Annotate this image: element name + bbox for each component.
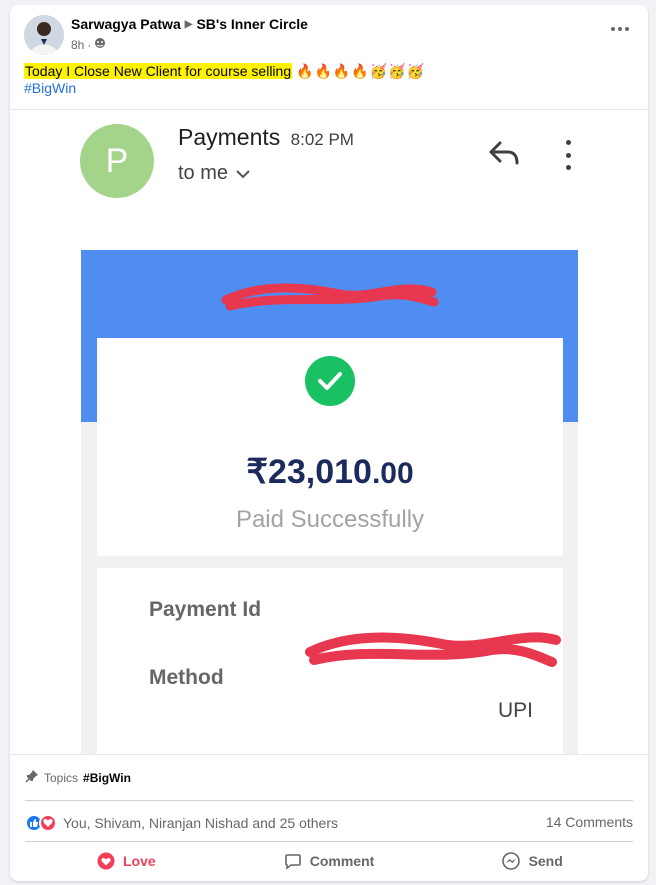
post-hashtag[interactable]: #BigWin [24,80,76,96]
reply-icon [488,140,520,171]
post-author-line: Sarwagya Patwa ▶ SB's Inner Circle [71,16,308,32]
comments-count[interactable]: 14 Comments [546,814,633,830]
topic-tag[interactable]: #BigWin [83,771,131,785]
email-sender-line: Payments 8:02 PM [178,124,354,151]
comment-icon [284,854,301,870]
amount-main: ₹23,010 [246,453,372,491]
post-options-button[interactable] [606,19,634,39]
email-sender-avatar: P [80,124,154,198]
amount-decimal: .00 [371,457,414,490]
email-more-icon [563,140,573,170]
email-to: to me [178,162,229,184]
author-name[interactable]: Sarwagya Patwa [71,16,181,32]
divider [25,800,633,801]
dot-separator: · [87,37,92,52]
chevron-down-icon [236,169,250,178]
post-body: Today I Close New Client for course sell… [24,62,425,81]
group-privacy-icon [94,37,106,52]
love-icon [39,814,57,832]
check-icon [305,356,355,406]
love-label: Love [122,853,156,869]
reactions-text: You, Shivam, Niranjan Nishad and 25 othe… [63,815,338,831]
post-photo[interactable]: P Payments 8:02 PM to me ₹23,010.00 Paid… [10,109,648,755]
caret-right-icon: ▶ [184,18,193,30]
pin-icon [25,769,39,786]
redaction-scribble [305,632,561,667]
method-value: UPI [497,699,533,722]
divider [25,841,633,842]
redaction-scribble [221,283,439,311]
email-recipient: to me [178,162,250,185]
post-emojis: 🔥🔥🔥🔥🥳🥳🥳 [296,63,426,79]
post-meta: 8h · [71,37,106,52]
comment-label: Comment [309,853,375,869]
post-text-highlight: Today I Close New Client for course sell… [24,63,293,79]
topics-row: Topics #BigWin [25,769,131,786]
post-time[interactable]: 8h [71,38,84,52]
author-avatar[interactable] [24,15,64,55]
post-card: Sarwagya Patwa ▶ SB's Inner Circle 8h · … [10,5,648,881]
payment-summary-card: ₹23,010.00 Paid Successfully [97,338,563,556]
group-name[interactable]: SB's Inner Circle [196,16,307,32]
email-sender: Payments [178,124,281,150]
reaction-icons [25,814,57,832]
send-button[interactable]: Send [430,846,633,876]
email-time: 8:02 PM [290,130,354,149]
payment-amount: ₹23,010.00 [97,452,563,492]
heart-icon [97,852,115,870]
payment-status: Paid Successfully [235,506,425,533]
messenger-icon [501,852,520,870]
send-label: Send [528,853,563,869]
post-actions: Love Comment Send [25,846,633,876]
method-label: Method [149,666,224,689]
topics-label: Topics [44,770,79,785]
reactions-summary[interactable]: You, Shivam, Niranjan Nishad and 25 othe… [25,814,338,832]
love-button[interactable]: Love [25,846,228,876]
comment-button[interactable]: Comment [228,846,431,876]
payment-id-label: Payment Id [149,598,262,621]
